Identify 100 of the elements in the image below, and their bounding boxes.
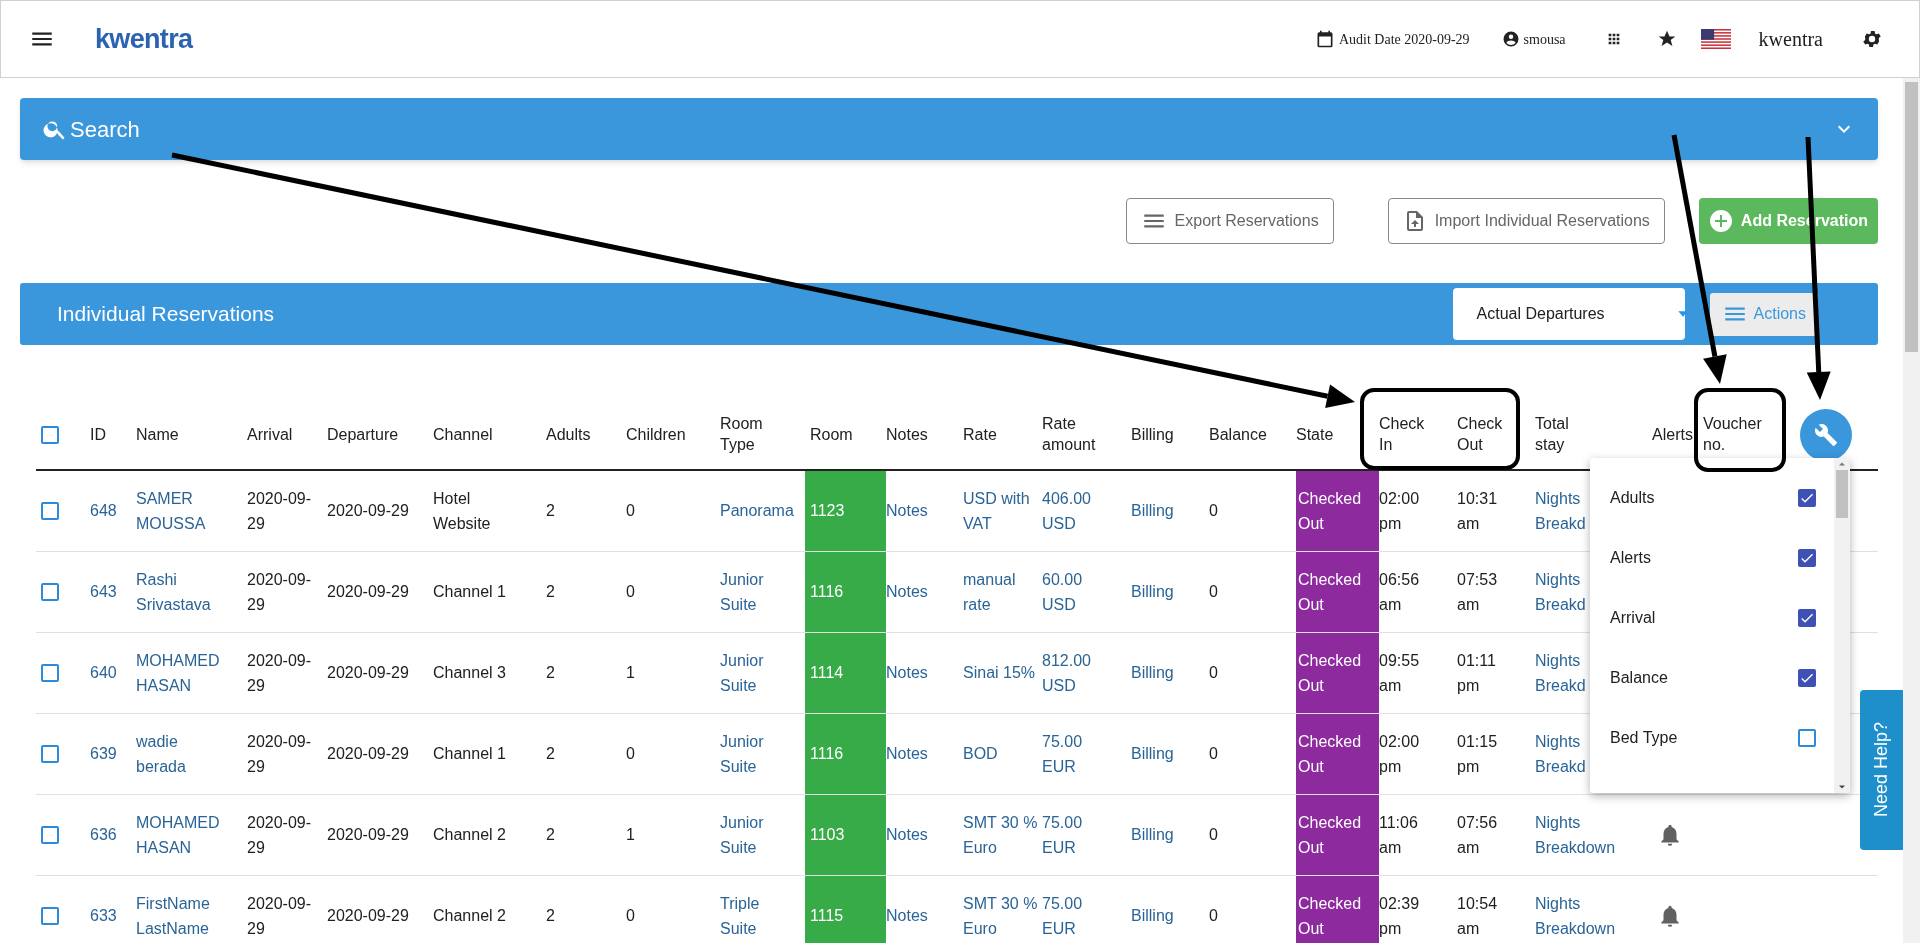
room-type-link[interactable]: Junior Suite — [720, 566, 790, 617]
table-cell-text: 2020-09-29 — [247, 731, 313, 777]
room-type-link[interactable]: Junior Suite — [720, 647, 790, 698]
checkbox[interactable] — [41, 744, 59, 763]
notes-link[interactable]: Notes — [886, 660, 928, 685]
reservation-id-link[interactable]: 643 — [90, 579, 117, 604]
rate-link[interactable]: SMT 30 % Euro — [963, 809, 1038, 860]
username[interactable]: smousa — [1523, 28, 1566, 50]
notes-link[interactable]: Notes — [886, 741, 928, 766]
table-cell-text: Channel 1 — [433, 744, 506, 764]
column-header[interactable]: Room Type — [720, 412, 780, 455]
column-header[interactable]: Rate amount — [1042, 412, 1102, 455]
column-header[interactable]: Check In — [1379, 412, 1439, 455]
checkbox[interactable] — [1798, 549, 1816, 567]
checkbox[interactable] — [41, 663, 59, 682]
rate-link[interactable]: Sinai 15% — [963, 660, 1036, 685]
column-header[interactable]: State — [1296, 423, 1334, 445]
scrollbar-thumb[interactable] — [1836, 470, 1848, 518]
column-option[interactable]: Balance — [1590, 648, 1834, 708]
column-header[interactable]: Children — [626, 423, 686, 445]
checkbox[interactable] — [41, 425, 59, 444]
notes-link[interactable]: Notes — [886, 903, 928, 928]
column-option[interactable]: Adults — [1590, 468, 1834, 528]
rate-amount-link[interactable]: 812.00 USD — [1042, 647, 1120, 698]
column-settings-button[interactable] — [1800, 408, 1852, 461]
settings-icon[interactable] — [1861, 28, 1883, 50]
room-type-link[interactable]: Triple Suite — [720, 890, 790, 941]
column-header[interactable]: Room — [810, 423, 853, 445]
logo[interactable]: kwentra — [95, 18, 193, 60]
checkbox[interactable] — [41, 501, 59, 520]
column-header[interactable]: ID — [90, 423, 106, 445]
billing-link[interactable]: Billing — [1131, 660, 1174, 685]
import-button[interactable]: Import Individual Reservations — [1387, 198, 1665, 244]
checkbox[interactable] — [41, 825, 59, 844]
guest-name-link[interactable]: MOHAMED HASAN — [136, 647, 226, 698]
checkbox[interactable] — [1798, 489, 1816, 507]
column-header[interactable]: Adults — [546, 423, 591, 445]
guest-name-link[interactable]: wadie berada — [136, 728, 226, 779]
table-cell-text: 07:53 am — [1457, 569, 1499, 615]
nights-breakdown-link[interactable]: Nights Breakdown — [1535, 890, 1630, 941]
checkbox[interactable] — [41, 906, 59, 925]
guest-name-link[interactable]: FirstName LastName — [136, 890, 226, 941]
checkbox[interactable] — [1798, 609, 1816, 627]
column-option[interactable]: Arrival — [1590, 588, 1834, 648]
checkbox[interactable] — [1798, 669, 1816, 687]
notes-link[interactable]: Notes — [886, 579, 928, 604]
table-cell-text: 07:56 am — [1457, 812, 1499, 858]
column-header[interactable]: Name — [136, 423, 179, 445]
reservation-id-link[interactable]: 648 — [90, 498, 117, 524]
guest-name-link[interactable]: Rashi Srivastava — [136, 566, 226, 617]
billing-link[interactable]: Billing — [1131, 579, 1174, 604]
rate-amount-link[interactable]: 75.00 EUR — [1042, 890, 1120, 941]
guest-name-link[interactable]: MOHAMED HASAN — [136, 809, 226, 860]
column-header[interactable]: Channel — [433, 423, 493, 445]
checkbox[interactable] — [1798, 729, 1816, 747]
need-help-tab[interactable]: Need Help? — [1860, 690, 1903, 850]
column-header[interactable]: Total stay — [1535, 412, 1595, 455]
reservation-id-link[interactable]: 640 — [90, 660, 117, 685]
billing-link[interactable]: Billing — [1131, 498, 1174, 524]
reservation-id-link[interactable]: 633 — [90, 903, 117, 928]
filter-dropdown[interactable]: Actual Departures — [1452, 288, 1685, 340]
rate-link[interactable]: USD with VAT — [963, 485, 1038, 536]
table-cell-text: 06:56 am — [1379, 569, 1421, 615]
guest-name-link[interactable]: SAMER MOUSSA — [136, 485, 226, 536]
export-button[interactable]: Export Reservations — [1125, 198, 1334, 244]
column-header[interactable]: Alerts — [1652, 423, 1693, 445]
column-option[interactable]: Bed Type — [1590, 708, 1834, 768]
checkbox[interactable] — [41, 582, 59, 601]
reservation-id-link[interactable]: 639 — [90, 741, 117, 766]
rate-amount-link[interactable]: 75.00 EUR — [1042, 809, 1120, 860]
rate-link[interactable]: BOD — [963, 741, 998, 766]
nights-breakdown-link[interactable]: Nights Breakdown — [1535, 809, 1630, 860]
billing-link[interactable]: Billing — [1131, 741, 1174, 766]
rate-amount-link[interactable]: 60.00 USD — [1042, 566, 1120, 617]
billing-link[interactable]: Billing — [1131, 822, 1174, 847]
column-header[interactable]: Rate — [963, 423, 997, 445]
scrollbar-thumb[interactable] — [1905, 82, 1918, 352]
reservation-id-link[interactable]: 636 — [90, 822, 117, 847]
state-label: Checked Out — [1296, 470, 1379, 551]
rate-amount-link[interactable]: 406.00 USD — [1042, 485, 1120, 536]
column-header[interactable]: Billing — [1131, 423, 1174, 445]
table-cell-text: 0 — [626, 501, 635, 522]
column-header[interactable]: Arrival — [247, 423, 293, 445]
rate-link[interactable]: SMT 30 % Euro — [963, 890, 1038, 941]
rate-amount-link[interactable]: 75.00 EUR — [1042, 728, 1120, 779]
notes-link[interactable]: Notes — [886, 822, 928, 847]
column-option[interactable]: Alerts — [1590, 528, 1834, 588]
room-type-link[interactable]: Junior Suite — [720, 809, 790, 860]
user-icon[interactable] — [1501, 30, 1520, 48]
column-header[interactable]: Voucher no. — [1703, 412, 1763, 455]
notes-link[interactable]: Notes — [886, 498, 928, 524]
billing-link[interactable]: Billing — [1131, 903, 1174, 928]
column-header[interactable]: Balance — [1209, 423, 1267, 445]
column-header[interactable]: Check Out — [1457, 412, 1517, 455]
rate-link[interactable]: manual rate — [963, 566, 1038, 617]
table-cell-text: 0 — [626, 744, 635, 764]
table-cell-text: 2020-09-29 — [327, 906, 409, 926]
room-type-link[interactable]: Junior Suite — [720, 728, 790, 779]
column-header[interactable]: Notes — [886, 423, 928, 445]
column-header[interactable]: Departure — [327, 423, 399, 445]
